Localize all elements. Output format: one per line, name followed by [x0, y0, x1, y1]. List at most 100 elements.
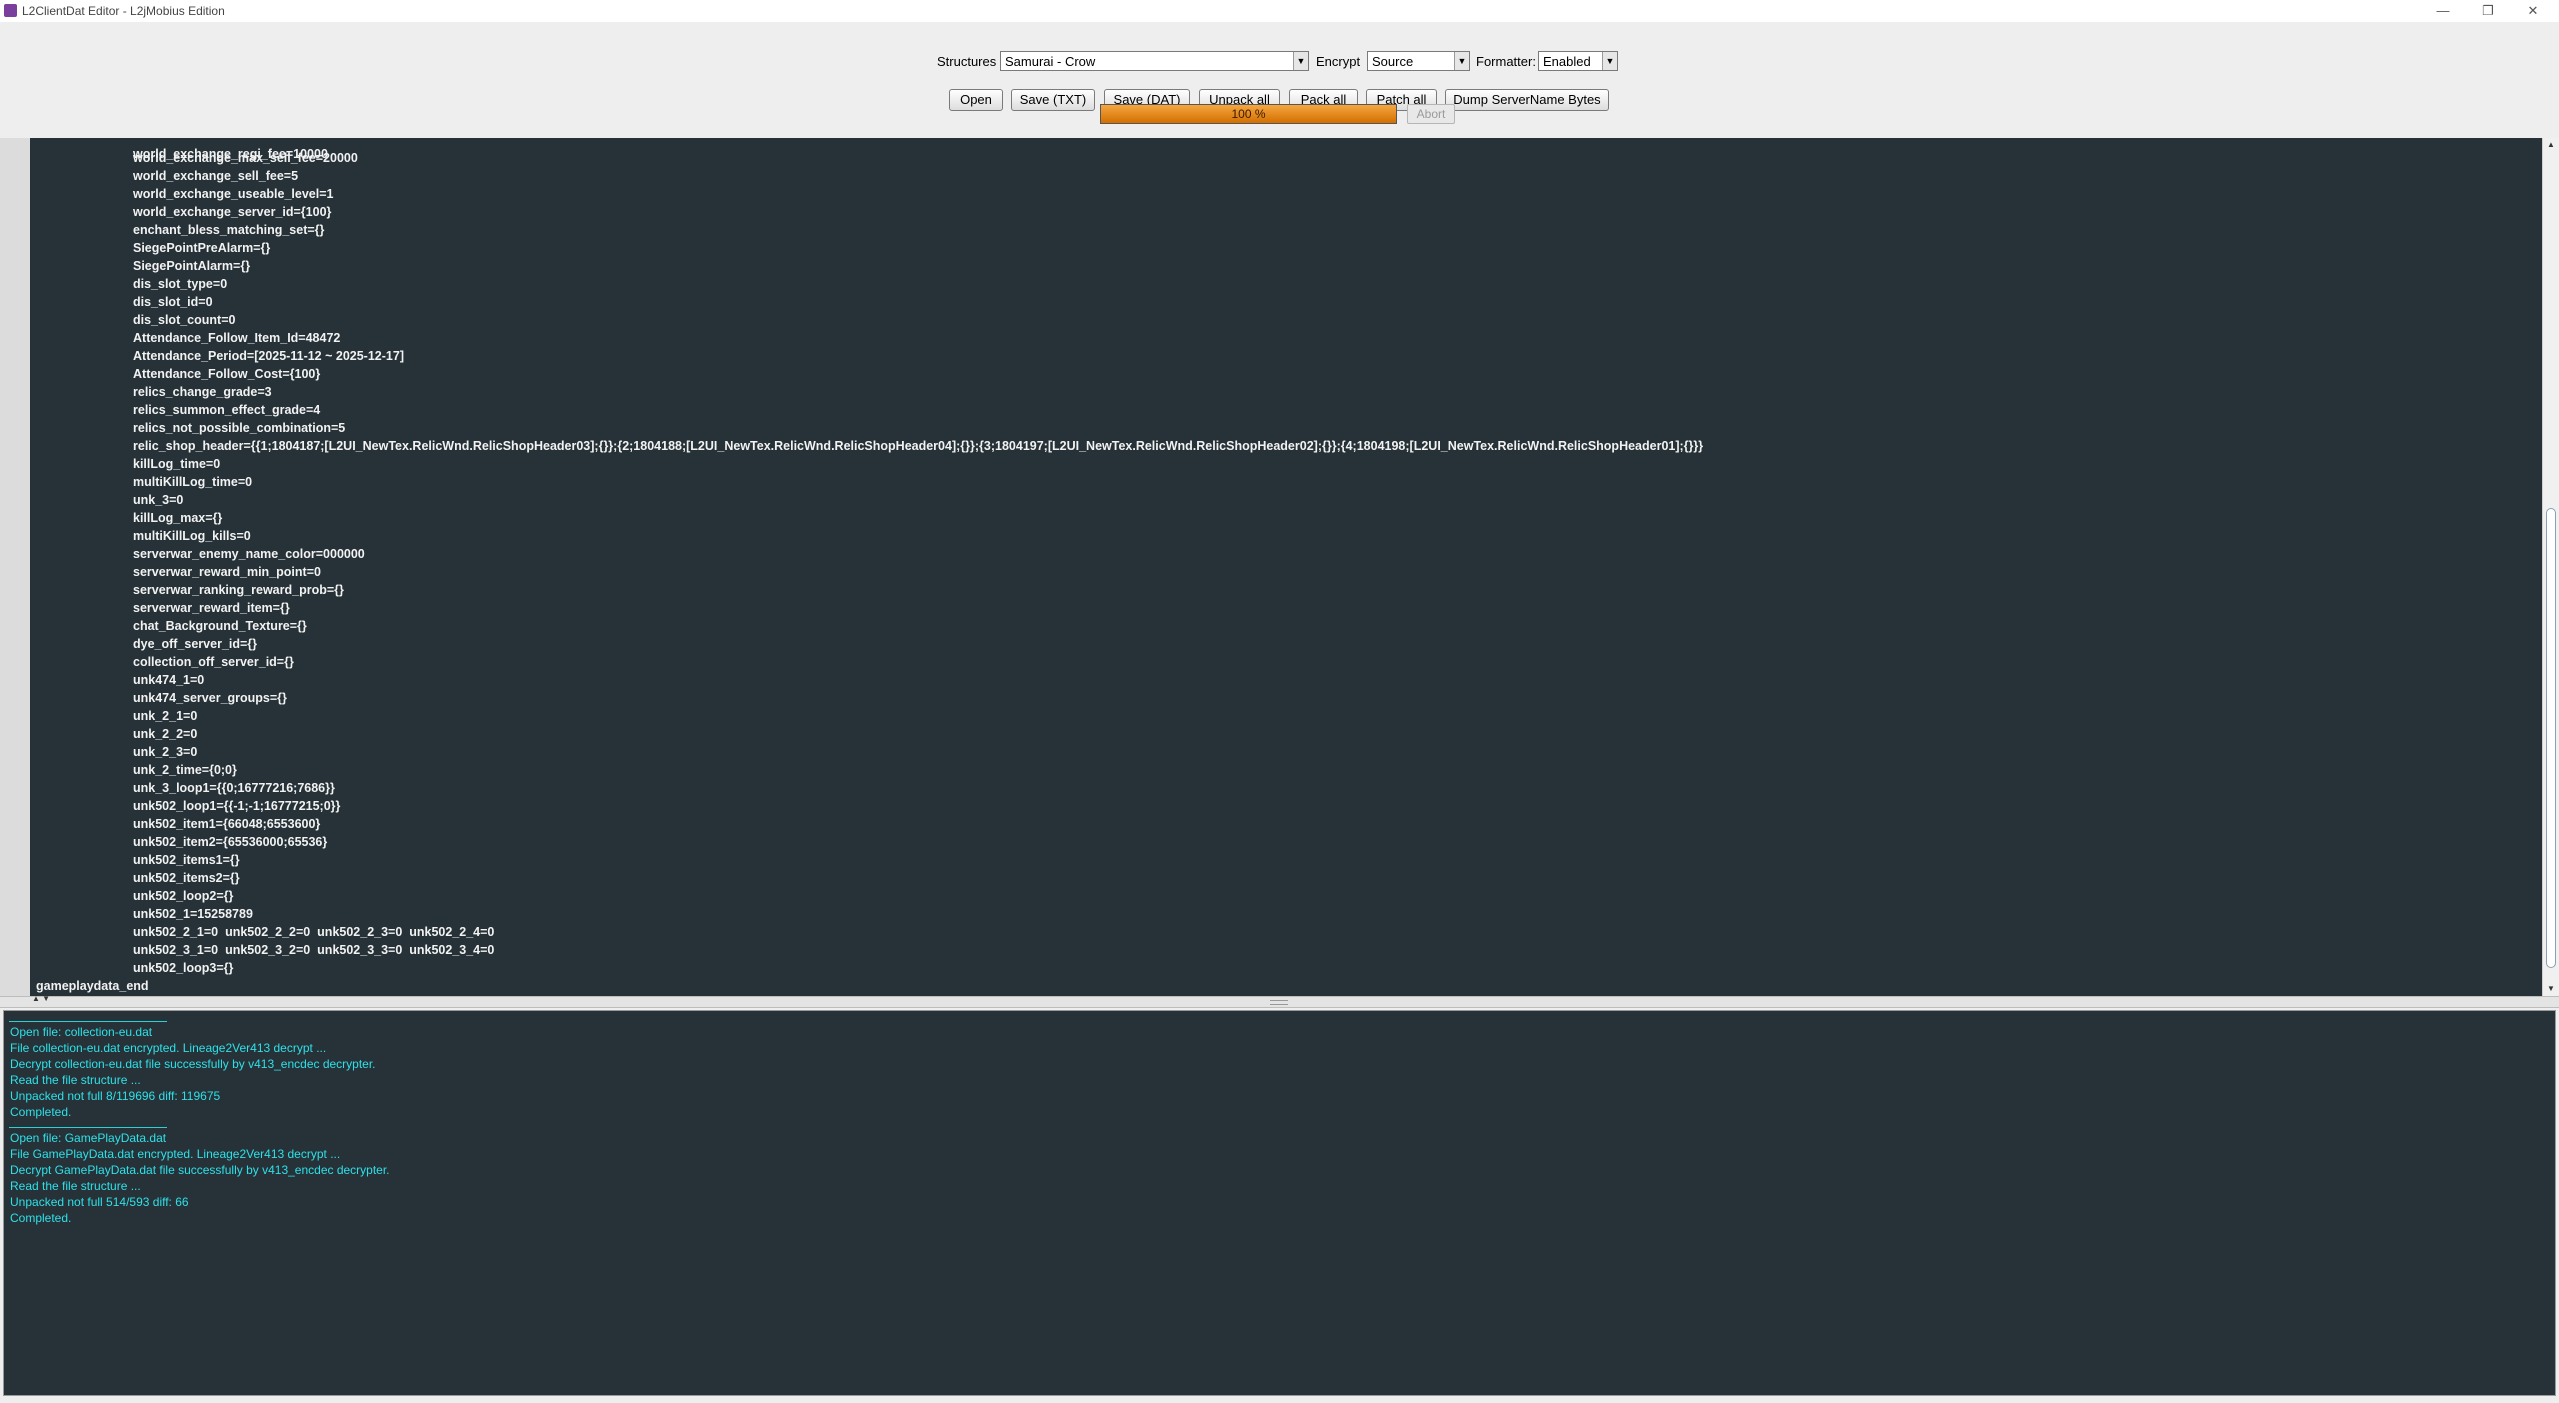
code-line: 60unk474_1=0 [30, 671, 2542, 689]
code-line: 44relics_change_grade=3 [30, 383, 2542, 401]
abort-button[interactable]: Abort [1407, 104, 1455, 124]
code-line: world_exchange_regi_fee=10000 [30, 138, 2542, 161]
window-title: L2ClientDat Editor - L2jMobius Edition [22, 4, 225, 18]
code-end-marker: gameplaydata_end [36, 979, 149, 993]
code-line-text: SiegePointPreAlarm={} [133, 241, 271, 255]
save-txt-button[interactable]: Save (TXT) [1011, 89, 1095, 111]
log-line: File GamePlayData.dat encrypted. Lineage… [10, 1147, 341, 1161]
code-line-text: world_exchange_sell_fee=5 [133, 169, 299, 183]
code-line-text: relic_shop_header={{1;1804187;[L2UI_NewT… [133, 439, 1704, 453]
code-line: 40dis_slot_count=0 [30, 311, 2542, 329]
code-editor[interactable]: world_exchange_regi_fee=10000 31world_ex… [0, 138, 2559, 996]
code-line-text: unk_2_3=0 [133, 745, 198, 759]
log-separator [9, 1127, 167, 1128]
code-line: 31world_exchange_max_sell_fee=20000 [30, 149, 2542, 167]
formatter-select[interactable]: Enabled ▼ [1538, 51, 1618, 71]
code-line: 62unk_2_1=0 [30, 707, 2542, 725]
chevron-down-icon: ▼ [1293, 52, 1308, 70]
split-divider[interactable]: ▲ ▼ [0, 994, 2559, 1008]
code-line: 55serverwar_ranking_reward_prob={} [30, 581, 2542, 599]
structures-label: Structures [937, 54, 997, 69]
code-line-text: world_exchange_server_id={100} [133, 205, 332, 219]
code-line: 76unk502_loop3={} [30, 959, 2542, 977]
code-line-text: multiKillLog_time=0 [133, 475, 253, 489]
scroll-up-icon[interactable]: ▲ [2543, 138, 2559, 152]
code-line-text: unk_2_time={0;0} [133, 763, 237, 777]
code-line-text: unk502_1=15258789 [133, 907, 253, 921]
restore-button[interactable]: ❐ [2468, 0, 2508, 22]
code-line: 58dye_off_server_id={} [30, 635, 2542, 653]
code-line: 68unk502_item1={66048;6553600} [30, 815, 2542, 833]
code-line: 34world_exchange_server_id={100} [30, 203, 2542, 221]
log-line: Decrypt GamePlayData.dat file successful… [10, 1163, 390, 1177]
code-line-text: unk474_server_groups={} [133, 691, 287, 705]
code-line: 37SiegePointAlarm={} [30, 257, 2542, 275]
close-button[interactable]: ✕ [2513, 0, 2553, 22]
code-line: 59collection_off_server_id={} [30, 653, 2542, 671]
code-line: 49multiKillLog_time=0 [30, 473, 2542, 491]
encrypt-label: Encrypt [1316, 54, 1361, 69]
code-line-text: relics_summon_effect_grade=4 [133, 403, 321, 417]
code-line-text: Attendance_Follow_Item_Id=48472 [133, 331, 341, 345]
code-line: 36SiegePointPreAlarm={} [30, 239, 2542, 257]
log-line: Open file: GamePlayData.dat [10, 1131, 167, 1145]
formatter-label: Formatter: [1476, 54, 1536, 69]
log-line: Open file: collection-eu.dat [10, 1025, 153, 1039]
scrollbar-thumb[interactable] [2546, 508, 2556, 968]
code-line-text: multiKillLog_kills=0 [133, 529, 251, 543]
code-line-text: Attendance_Follow_Cost={100} [133, 367, 321, 381]
code-line: 75unk502_3_1=0 unk502_3_2=0 unk502_3_3=0… [30, 941, 2542, 959]
code-line-text: serverwar_enemy_name_color=000000 [133, 547, 365, 561]
expand-collapse-arrows-icon[interactable]: ▲ ▼ [32, 994, 50, 1003]
progress-bar: 100 % [1100, 104, 1397, 124]
code-area[interactable]: world_exchange_regi_fee=10000 31world_ex… [30, 138, 2542, 996]
code-line: 54serverwar_reward_min_point=0 [30, 563, 2542, 581]
code-line-text: Attendance_Period=[2025-11-12 ~ 2025-12-… [133, 349, 404, 363]
code-line-text: world_exchange_max_sell_fee=20000 [133, 151, 358, 165]
code-line: 72unk502_loop2={} [30, 887, 2542, 905]
open-button[interactable]: Open [949, 89, 1003, 111]
app-icon [4, 4, 17, 17]
code-line-text: serverwar_reward_min_point=0 [133, 565, 321, 579]
code-line-text: unk_2_2=0 [133, 727, 198, 741]
scroll-down-icon[interactable]: ▼ [2543, 982, 2559, 996]
code-line: 64unk_2_3=0 [30, 743, 2542, 761]
code-line-text: unk_3=0 [133, 493, 184, 507]
code-line: 65unk_2_time={0;0} [30, 761, 2542, 779]
code-line: 33world_exchange_useable_level=1 [30, 185, 2542, 203]
code-line-text: unk_2_1=0 [133, 709, 198, 723]
code-line-text: unk502_loop3={} [133, 961, 234, 975]
formatter-value: Enabled [1543, 54, 1591, 69]
code-line: 63unk_2_2=0 [30, 725, 2542, 743]
code-line-text: unk502_3_1=0 unk502_3_2=0 unk502_3_3=0 u… [133, 943, 495, 957]
code-line: 46relics_not_possible_combination=5 [30, 419, 2542, 437]
title-bar: L2ClientDat Editor - L2jMobius Edition —… [0, 0, 2559, 22]
code-line: 66unk_3_loop1={{0;16777216;7686}} [30, 779, 2542, 797]
code-line: 38dis_slot_type=0 [30, 275, 2542, 293]
chevron-down-icon: ▼ [1454, 52, 1469, 70]
dump-servername-bytes-button[interactable]: Dump ServerName Bytes [1445, 89, 1609, 111]
code-line: 50unk_3=0 [30, 491, 2542, 509]
code-line-text: unk474_1=0 [133, 673, 205, 687]
code-line-text: unk502_items1={} [133, 853, 240, 867]
vertical-scrollbar[interactable]: ▲ ▼ [2542, 138, 2559, 996]
line-number-gutter [0, 138, 30, 996]
code-line-text: unk502_loop2={} [133, 889, 234, 903]
log-panel: Open file: collection-eu.dat File collect… [3, 1010, 2556, 1396]
code-line: 39dis_slot_id=0 [30, 293, 2542, 311]
code-line-text: relics_not_possible_combination=5 [133, 421, 346, 435]
code-line: 57chat_Background_Texture={} [30, 617, 2542, 635]
code-line-text: killLog_time=0 [133, 457, 221, 471]
code-line: 53serverwar_enemy_name_color=000000 [30, 545, 2542, 563]
log-line: Completed. [10, 1105, 72, 1119]
log-separator [9, 1021, 167, 1022]
log-line: File collection-eu.dat encrypted. Lineag… [10, 1041, 327, 1055]
minimize-button[interactable]: — [2423, 0, 2463, 22]
code-line-text: dye_off_server_id={} [133, 637, 258, 651]
code-line-text: serverwar_ranking_reward_prob={} [133, 583, 344, 597]
drag-grip-icon[interactable] [1270, 1000, 1288, 1005]
code-line: 56serverwar_reward_item={} [30, 599, 2542, 617]
code-line-text: unk502_item2={65536000;65536} [133, 835, 328, 849]
structures-select[interactable]: Samurai - Crow ▼ [1000, 51, 1309, 71]
encrypt-select[interactable]: Source ▼ [1367, 51, 1470, 71]
